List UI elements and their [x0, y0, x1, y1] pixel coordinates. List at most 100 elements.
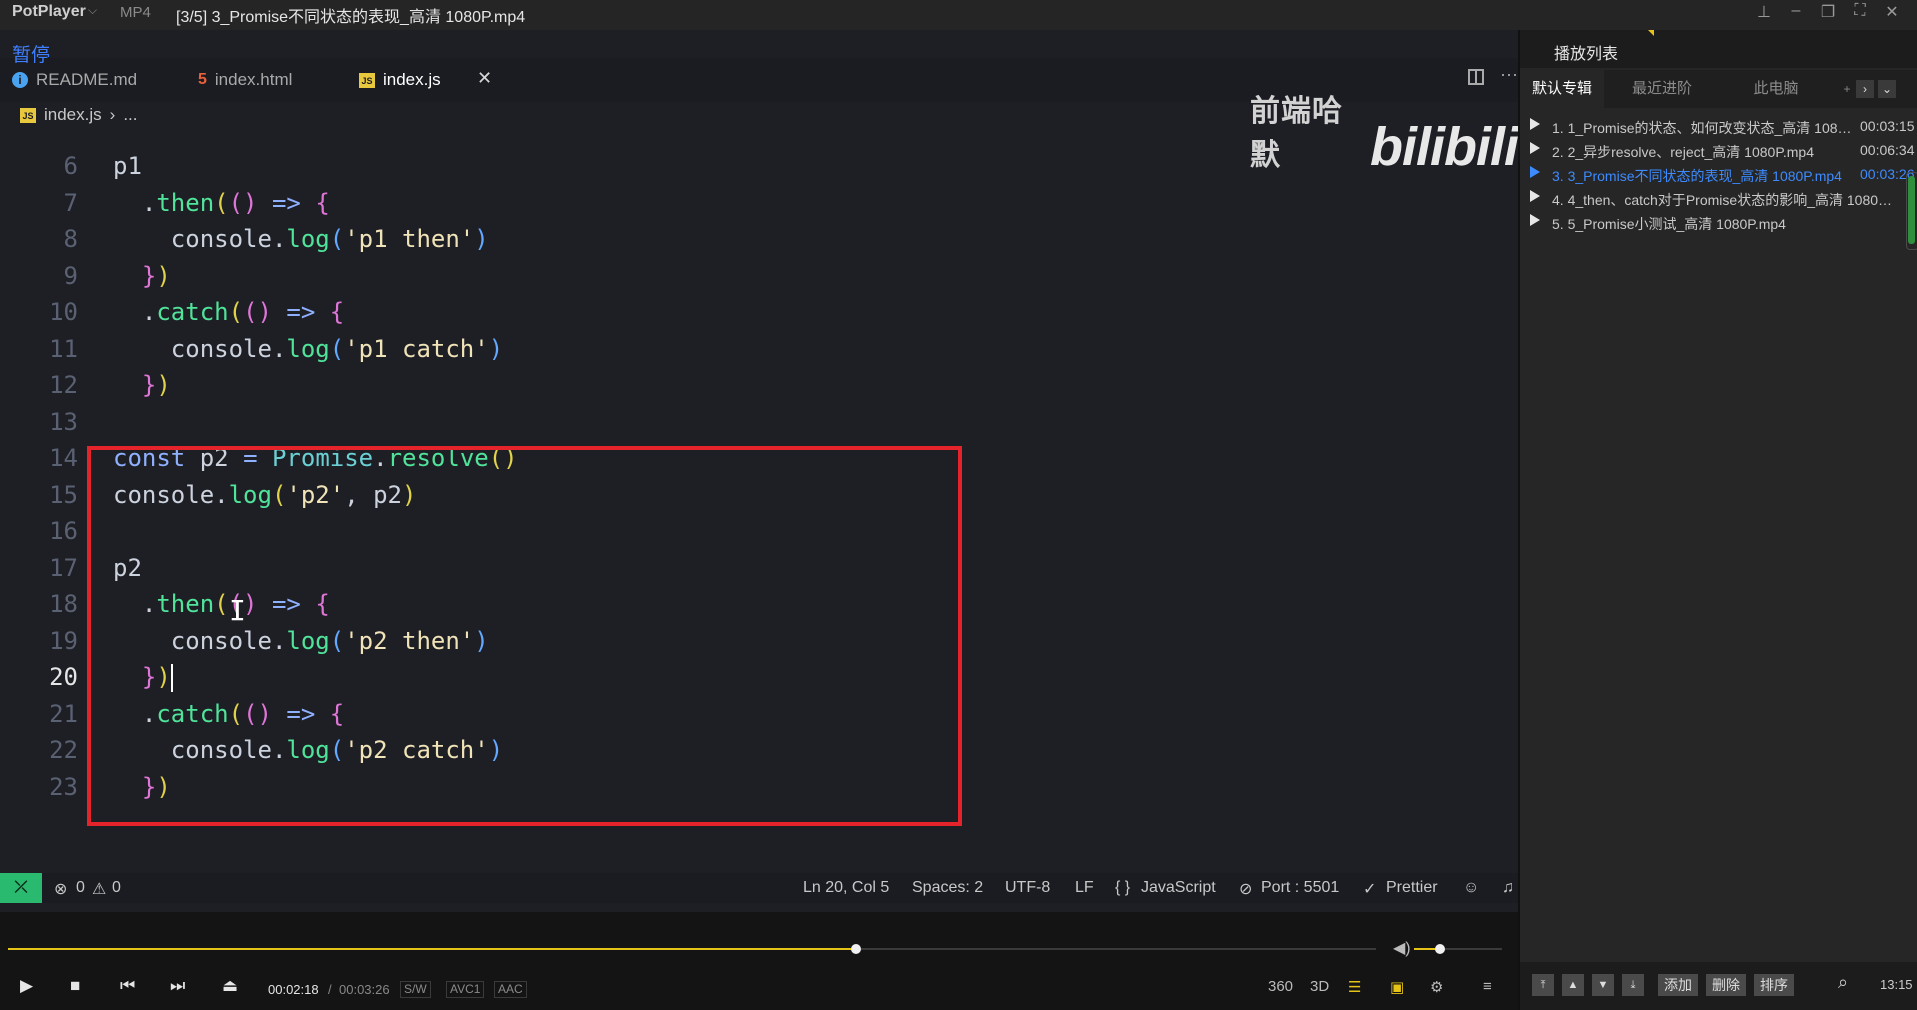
volume-icon[interactable]: ◀) [1393, 938, 1411, 958]
move-up-icon[interactable]: ▲ [1562, 974, 1584, 996]
eject-icon[interactable]: ⏏ [222, 976, 238, 996]
volume-handle[interactable] [1435, 944, 1446, 954]
pin-icon[interactable]: ⊥ [1755, 2, 1773, 22]
renderer-tag[interactable]: S/W [400, 981, 431, 998]
code-line: 9 }) [0, 258, 1518, 295]
previous-icon[interactable]: ⏮ [120, 976, 135, 996]
tab-index-js: JS index.js [359, 58, 441, 102]
code-line: 8 console.log('p1 then') [0, 221, 1518, 258]
time-separator: / [328, 982, 332, 997]
move-top-icon[interactable]: ⤒ [1532, 974, 1554, 996]
line-number: 23 [49, 772, 78, 801]
line-number: 10 [49, 298, 78, 326]
line-number: 12 [49, 371, 78, 399]
chevron-down-icon[interactable]: ⌵ [88, 3, 97, 18]
video-codec-tag[interactable]: AVC1 [446, 981, 485, 998]
breadcrumb-file: index.js [44, 105, 102, 124]
list-item[interactable]: 5. 5_Promise小测试_高清 1080P.mp4 [1530, 212, 1902, 236]
clock: 13:15 [1880, 977, 1913, 992]
subtitle-icon[interactable]: ▣ [1390, 978, 1404, 996]
vr-360-button[interactable]: 360 [1268, 978, 1293, 995]
playlist-header: 播放列表 [1520, 30, 1917, 68]
language-mode: JavaScript [1141, 879, 1216, 896]
play-icon [1530, 214, 1540, 226]
list-item[interactable]: 1. 1_Promise的状态、如何改变状态_高清 1080P.mp4 00:0… [1530, 116, 1915, 140]
volume-slider[interactable] [1414, 944, 1502, 954]
fullscreen-icon[interactable]: ⛶ [1851, 2, 1869, 22]
next-icon[interactable]: ⏭ [170, 976, 185, 996]
prettier-status: Prettier [1386, 879, 1438, 896]
playlist-panel: 播放列表 默认专辑 最近进阶 此电脑 + › ⌄ 1. 1_Promise的状态… [1518, 30, 1917, 1010]
split-editor-icon [1468, 69, 1484, 85]
audio-codec-tag[interactable]: AAC [494, 981, 527, 998]
no-entry-icon: ⊘ [1239, 881, 1253, 898]
player-controls: ◀) ▶ ■ ⏮ ⏭ ⏏ 00:02:18 / 00:03:26 S/W AVC… [0, 912, 1518, 1010]
video-area[interactable]: 暂停 i README.md 5 index.html JS index.js … [0, 30, 1518, 912]
3d-button[interactable]: 3D [1310, 978, 1329, 995]
item-name: 2. 2_异步resolve、reject_高清 1080P.mp4 [1552, 144, 1814, 160]
tab-this-pc[interactable]: 此电脑 [1720, 70, 1832, 108]
close-icon[interactable]: ✕ [1883, 2, 1901, 22]
title-bar: PotPlayer ⌵ MP4 [3/5] 3_Promise不同状态的表现_高… [0, 0, 1917, 30]
playlist-footer: ⤒ ▲ ▼ ⤓ 添加 删除 排序 ⌕ 13:15 [1520, 962, 1917, 1010]
item-name: 5. 5_Promise小测试_高清 1080P.mp4 [1552, 216, 1786, 232]
line-number: 19 [49, 626, 78, 655]
playlist-tabs: 默认专辑 最近进阶 此电脑 + › ⌄ [1520, 70, 1917, 108]
indentation: Spaces: 2 [912, 879, 984, 896]
line-number: 8 [63, 225, 78, 253]
code-line: 11 console.log('p1 catch') [0, 331, 1518, 368]
seek-progress [8, 948, 857, 950]
search-icon[interactable]: ⌕ [1838, 972, 1848, 993]
line-number: 17 [49, 553, 78, 582]
chevron-down-icon[interactable]: ⌄ [1878, 80, 1896, 98]
item-name: 4. 4_then、catch对于Promise状态的影响_高清 1080P.m… [1552, 192, 1897, 208]
app-menu[interactable]: PotPlayer [12, 3, 86, 21]
add-tab-icon[interactable]: + [1838, 80, 1856, 98]
gear-icon[interactable]: ⚙ [1430, 978, 1443, 996]
highlight-box [87, 446, 962, 826]
list-item[interactable]: 4. 4_then、catch对于Promise状态的影响_高清 1080P.m… [1530, 188, 1902, 212]
sort-button[interactable]: 排序 [1754, 974, 1794, 996]
js-icon: JS [20, 107, 36, 123]
list-item[interactable]: 3. 3_Promise不同状态的表现_高清 1080P.mp4 00:03:2… [1530, 164, 1915, 188]
playlist-search-icon[interactable]: ☰ [1348, 978, 1361, 996]
window-controls: ⊥ – ❐ ⛶ ✕ [1755, 2, 1901, 22]
playlist-title[interactable]: 播放列表 [1554, 40, 1618, 64]
move-bottom-icon[interactable]: ⤓ [1622, 974, 1644, 996]
play-icon [1530, 142, 1540, 154]
tab-recent[interactable]: 最近进阶 [1606, 70, 1718, 108]
line-number: 14 [49, 444, 78, 472]
item-name: 1. 1_Promise的状态、如何改变状态_高清 1080P.mp4 [1552, 120, 1852, 136]
current-time: 00:02:18 [268, 982, 319, 997]
line-number: 16 [49, 517, 78, 545]
delete-button[interactable]: 删除 [1706, 974, 1746, 996]
feedback-icon: ☺ [1463, 879, 1480, 896]
editor-status-bar: ⤫ ⊗ 0 ⚠ 0 Ln 20, Col 5 Spaces: 2 UTF-8 L… [0, 873, 1518, 903]
breadcrumb: JS index.js › ... [20, 105, 137, 125]
close-icon: ✕ [477, 68, 493, 88]
seek-handle[interactable] [851, 944, 862, 954]
item-duration: 00:06:34 [1860, 142, 1915, 158]
more-icon: ··· [1500, 64, 1518, 84]
item-duration: 00:03:15 [1860, 118, 1915, 134]
restore-icon[interactable]: ❐ [1819, 2, 1837, 22]
item-name: 3. 3_Promise不同状态的表现_高清 1080P.mp4 [1552, 168, 1842, 184]
scrollbar-thumb[interactable] [1908, 176, 1915, 244]
line-number: 20 [49, 663, 78, 691]
code-line: 10 .catch(() => { [0, 294, 1518, 331]
seek-bar[interactable] [8, 944, 1376, 954]
add-button[interactable]: 添加 [1658, 974, 1698, 996]
menu-icon[interactable]: ≡ [1483, 978, 1492, 995]
line-number: 6 [63, 152, 78, 180]
playlist-items: 1. 1_Promise的状态、如何改变状态_高清 1080P.mp4 00:0… [1530, 116, 1915, 236]
move-down-icon[interactable]: ▼ [1592, 974, 1614, 996]
tab-default-album[interactable]: 默认专辑 [1520, 70, 1604, 108]
chevron-right-icon[interactable]: › [1856, 80, 1874, 98]
line-number: 11 [49, 334, 78, 363]
minimize-icon[interactable]: – [1787, 2, 1805, 22]
play-icon[interactable]: ▶ [20, 976, 33, 996]
info-icon: i [12, 72, 28, 88]
stop-icon[interactable]: ■ [70, 976, 80, 996]
tab-label: README.md [36, 70, 138, 89]
list-item[interactable]: 2. 2_异步resolve、reject_高清 1080P.mp4 00:06… [1530, 140, 1915, 164]
